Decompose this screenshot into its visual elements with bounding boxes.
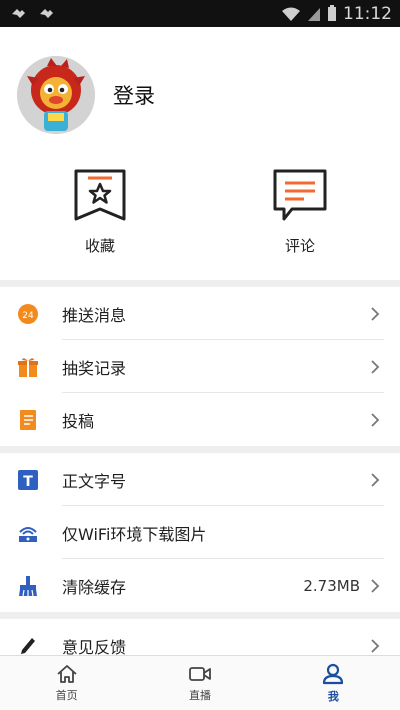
font-size-icon: T [16,468,40,492]
chevron-right-icon [371,412,380,427]
bottom-tab-bar: 首页 直播 我 [0,655,400,710]
status-time: 11:12 [343,3,392,24]
profile-header[interactable]: 登录 [0,27,400,163]
cell-signal-icon [308,7,320,21]
tab-home[interactable]: 首页 [0,656,133,710]
favorites-label: 收藏 [84,237,115,255]
menu-label: 正文字号 [62,471,127,491]
menu-item-contribute[interactable]: 投稿 [0,393,400,446]
wifi-download-icon [16,521,40,545]
status-notifications [10,6,60,22]
tab-label: 我 [327,689,339,703]
menu-label: 抽奖记录 [62,358,127,378]
notebook-icon [16,408,40,432]
tab-me[interactable]: 我 [267,656,400,710]
menu-item-font-size[interactable]: T 正文字号 [0,453,400,506]
home-icon [57,664,77,683]
section-divider [0,612,400,619]
person-icon [323,663,344,684]
comments-button[interactable]: 评论 [200,163,400,280]
login-link[interactable]: 登录 [113,80,155,110]
tab-label: 首页 [55,688,78,702]
bookmark-star-icon [72,167,128,223]
avatar[interactable] [17,56,95,134]
section-divider [0,280,400,287]
section-divider [0,446,400,453]
svg-text:T: T [23,474,33,490]
cache-size-value: 2.73MB [303,576,360,595]
comments-label: 评论 [284,237,315,255]
wifi-signal-icon [282,7,300,21]
notification-icon [40,8,53,18]
shortcut-row: 收藏 评论 [0,163,400,280]
chevron-right-icon [371,306,380,321]
broom-icon [16,574,40,598]
video-icon [189,666,211,681]
menu-label: 推送消息 [62,305,127,325]
comment-icon [272,167,328,223]
chevron-right-icon [371,472,380,487]
tab-label: 直播 [188,688,211,702]
menu-item-wifi-only-images[interactable]: 仅WiFi环境下载图片 [0,506,400,559]
push-24-icon: 24 [16,302,40,326]
status-bar: 11:12 [0,0,400,27]
menu-label: 仅WiFi环境下载图片 [62,524,207,544]
menu-item-push-messages[interactable]: 24 推送消息 [0,287,400,340]
chevron-right-icon [371,578,380,593]
battery-icon [328,5,336,21]
menu-label: 投稿 [62,411,95,431]
tab-live[interactable]: 直播 [133,656,266,710]
pencil-icon [16,634,40,658]
menu-item-lottery-records[interactable]: 抽奖记录 [0,340,400,393]
menu-label: 清除缓存 [62,577,127,597]
svg-text:24: 24 [22,311,34,321]
notification-icon [12,8,25,18]
lion-mascot-icon [17,56,95,134]
gift-icon [16,355,40,379]
chevron-right-icon [371,638,380,653]
menu-label: 意见反馈 [62,637,127,657]
favorites-button[interactable]: 收藏 [0,163,200,280]
menu-item-clear-cache[interactable]: 清除缓存 2.73MB [0,559,400,612]
chevron-right-icon [371,359,380,374]
